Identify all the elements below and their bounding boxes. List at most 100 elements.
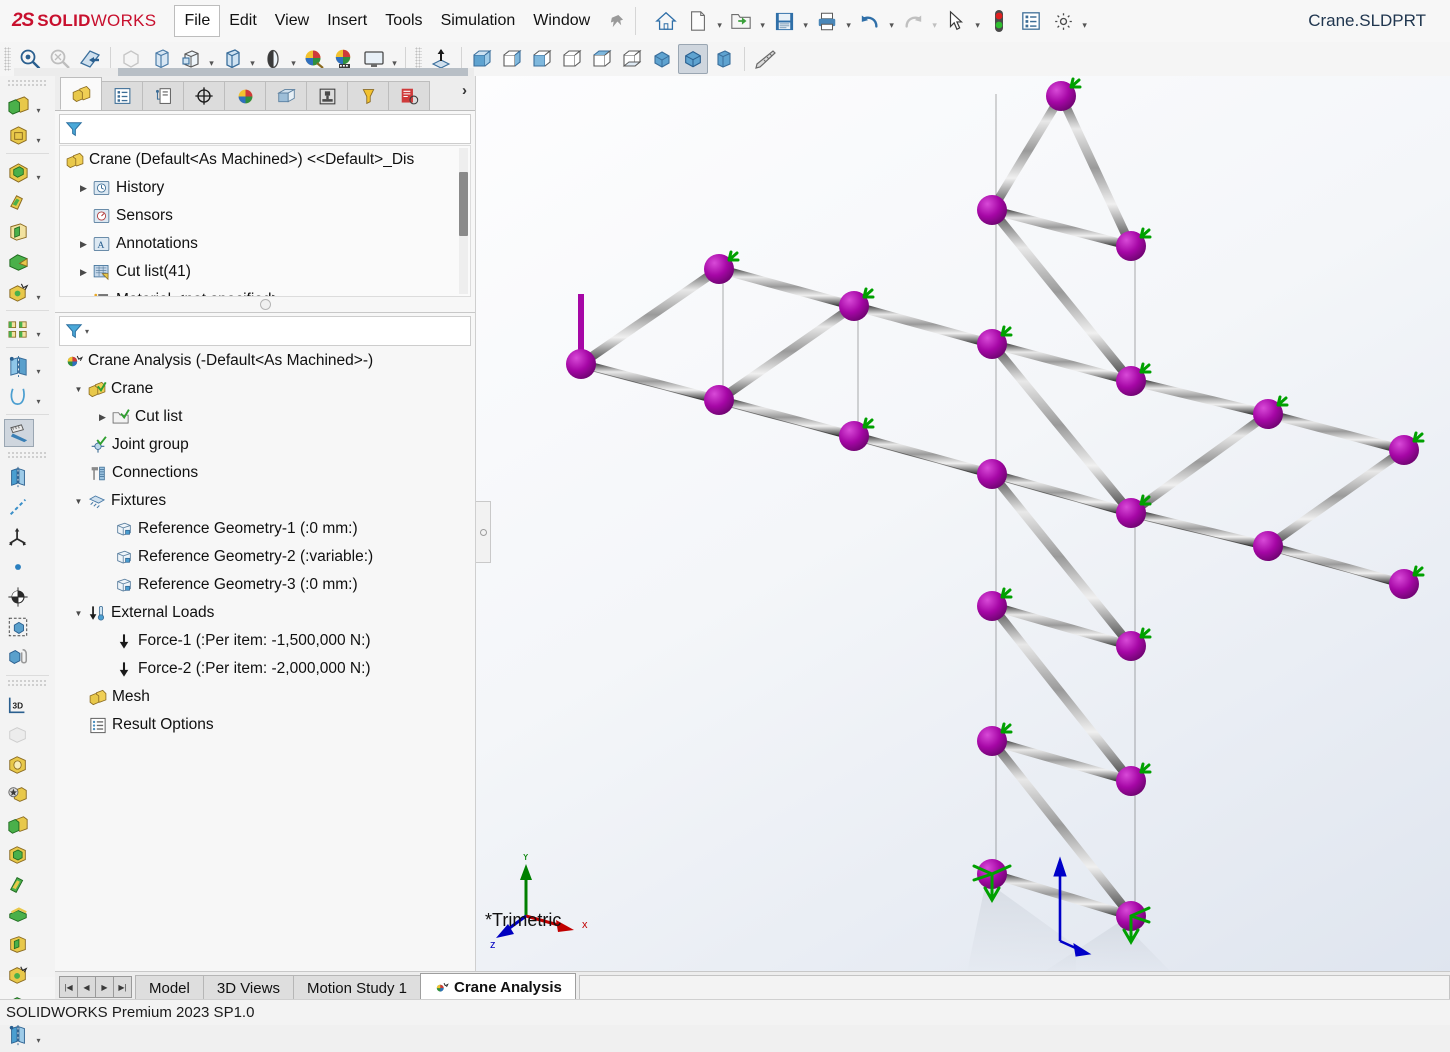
tree-node-connections[interactable]: Connections xyxy=(59,459,471,487)
chamfer-icon[interactable] xyxy=(0,930,55,960)
swept-cut-icon[interactable] xyxy=(0,217,55,247)
linear-pattern-icon[interactable]: ▾ xyxy=(0,314,55,344)
print-icon[interactable] xyxy=(814,8,840,34)
chevron-down-icon[interactable]: ▼ xyxy=(71,609,86,618)
attach-mate-reference-icon[interactable] xyxy=(0,642,55,672)
previous-tab-button[interactable]: ◀ xyxy=(77,976,96,998)
wrap-icon[interactable] xyxy=(0,870,55,900)
extruded-cut-caret[interactable]: ▾ xyxy=(32,156,45,189)
trimetric-view-icon[interactable] xyxy=(678,44,708,74)
pin-icon[interactable] xyxy=(605,10,627,32)
instant3d-caret[interactable]: ▾ xyxy=(32,276,45,309)
revolved-cut-icon[interactable] xyxy=(0,187,55,217)
instant3d-wizard-icon[interactable]: ▾ xyxy=(0,277,55,307)
undo-dropdown-caret[interactable]: ▾ xyxy=(886,5,897,37)
panel-collapse-handle[interactable] xyxy=(476,501,491,563)
options-list-icon[interactable] xyxy=(1018,8,1044,34)
tree-splitter-handle[interactable] xyxy=(59,299,471,310)
study-tree-filter-input[interactable]: ▾ xyxy=(59,316,471,346)
revolved-boss-caret[interactable]: ▾ xyxy=(32,119,45,152)
tree-node-crane-root[interactable]: Crane (Default<As Machined>) <<Default>_… xyxy=(60,146,470,174)
rail-grip-2[interactable] xyxy=(7,451,48,460)
appearances-tab[interactable] xyxy=(265,81,307,110)
redo-icon[interactable] xyxy=(900,8,926,34)
tree-node-fixtures[interactable]: ▼ Fixtures xyxy=(59,487,471,515)
chevron-right-icon[interactable]: ▶ xyxy=(76,183,91,194)
tree-node-force-2[interactable]: Force-2 (:Per item: -2,000,000 N:) xyxy=(59,655,471,683)
tree-node-history[interactable]: ▶ History xyxy=(60,174,470,202)
draft-icon[interactable] xyxy=(0,780,55,810)
toolbar-horizontal-scrollbar[interactable] xyxy=(0,68,474,76)
reference-plane-caret[interactable]: ▾ xyxy=(32,350,45,383)
settings-dropdown-caret[interactable]: ▾ xyxy=(1079,5,1090,37)
menu-tools[interactable]: Tools xyxy=(376,6,431,36)
menu-window[interactable]: Window xyxy=(524,6,599,36)
3d-sketch-icon[interactable]: 3D xyxy=(0,690,55,720)
cam-tab[interactable] xyxy=(347,81,389,110)
settings-gear-icon[interactable] xyxy=(1050,8,1076,34)
open-dropdown-caret[interactable]: ▾ xyxy=(757,5,768,37)
tree-node-result-options[interactable]: Result Options xyxy=(59,711,471,739)
new-document-icon[interactable] xyxy=(685,8,711,34)
display-manager-tab[interactable] xyxy=(224,81,266,110)
home-icon[interactable] xyxy=(653,8,679,34)
filter-dropdown-caret[interactable]: ▾ xyxy=(85,327,89,336)
model-tree-scroll-thumb[interactable] xyxy=(459,172,468,236)
lofted-cut-icon[interactable] xyxy=(0,247,55,277)
more-tabs-chevron-icon[interactable]: › xyxy=(462,82,467,99)
mbd-tab[interactable] xyxy=(388,81,430,110)
menu-insert[interactable]: Insert xyxy=(318,6,376,36)
right-view-icon[interactable] xyxy=(558,45,586,73)
extruded-boss-base-icon[interactable]: ▾ xyxy=(0,90,55,120)
tree-node-sensors[interactable]: Sensors xyxy=(60,202,470,230)
model-tree-filter-input[interactable] xyxy=(59,114,471,144)
curves-icon[interactable]: ▾ xyxy=(0,381,55,411)
linear-pattern-caret[interactable]: ▾ xyxy=(32,313,45,346)
tab-crane-analysis[interactable]: Crane Analysis xyxy=(420,973,576,1000)
center-of-mass-icon[interactable] xyxy=(0,582,55,612)
tab-model[interactable]: Model xyxy=(135,975,204,1000)
save-dropdown-caret[interactable]: ▾ xyxy=(800,5,811,37)
chevron-down-icon[interactable]: ▼ xyxy=(71,385,86,394)
rib-icon[interactable] xyxy=(0,810,55,840)
point-icon[interactable] xyxy=(0,552,55,582)
curves-caret[interactable]: ▾ xyxy=(32,380,45,413)
tree-node-mesh[interactable]: Mesh xyxy=(59,683,471,711)
configuration-manager-tab[interactable] xyxy=(142,81,184,110)
back-view-icon[interactable] xyxy=(498,45,526,73)
property-manager-tab[interactable] xyxy=(101,81,143,110)
chevron-right-icon[interactable]: ▶ xyxy=(95,412,110,423)
select-dropdown-caret[interactable]: ▾ xyxy=(972,5,983,37)
surface-flatten-icon[interactable] xyxy=(0,720,55,750)
feature-manager-tab[interactable] xyxy=(60,77,102,110)
tree-node-reference-geometry-1[interactable]: Reference Geometry-1 (:0 mm:) xyxy=(59,515,471,543)
print-dropdown-caret[interactable]: ▾ xyxy=(843,5,854,37)
select-cursor-icon[interactable] xyxy=(943,8,969,34)
coordinate-system-icon[interactable] xyxy=(0,522,55,552)
measure-selected-icon[interactable] xyxy=(0,418,55,448)
extruded-boss-caret[interactable]: ▾ xyxy=(32,89,45,122)
tab-motion-study-1[interactable]: Motion Study 1 xyxy=(292,975,422,1000)
simulation-study-tab[interactable] xyxy=(306,81,348,110)
top-view-icon[interactable] xyxy=(588,45,616,73)
tree-node-study-root[interactable]: Crane Analysis (-Default<As Machined>-) xyxy=(59,347,471,375)
dimxpert-manager-tab[interactable] xyxy=(183,81,225,110)
tree-node-material[interactable]: Material <not specified> xyxy=(60,286,470,296)
bounding-box-icon[interactable] xyxy=(0,612,55,642)
save-icon[interactable] xyxy=(771,8,797,34)
tree-node-annotations[interactable]: ▶ A Annotations xyxy=(60,230,470,258)
first-tab-button[interactable]: |◀ xyxy=(59,976,78,998)
rail-grip[interactable] xyxy=(7,79,48,88)
rebuild-traffic-light-icon[interactable] xyxy=(986,8,1012,34)
rail-grip-3[interactable] xyxy=(7,679,48,688)
tree-node-reference-geometry-3[interactable]: Reference Geometry-3 (:0 mm:) xyxy=(59,571,471,599)
measure-icon[interactable] xyxy=(751,45,779,73)
tree-node-external-loads[interactable]: ▼ External Loads xyxy=(59,599,471,627)
menu-simulation[interactable]: Simulation xyxy=(432,6,525,36)
left-view-icon[interactable] xyxy=(528,45,556,73)
tree-node-study-cut-list[interactable]: ▶ Cut list xyxy=(59,403,471,431)
bottom-view-icon[interactable] xyxy=(618,45,646,73)
tree-node-cut-list[interactable]: ▶ Cut list(41) xyxy=(60,258,470,286)
dimetric-view-icon[interactable] xyxy=(710,45,738,73)
extruded-cut-icon[interactable]: ▾ xyxy=(0,157,55,187)
